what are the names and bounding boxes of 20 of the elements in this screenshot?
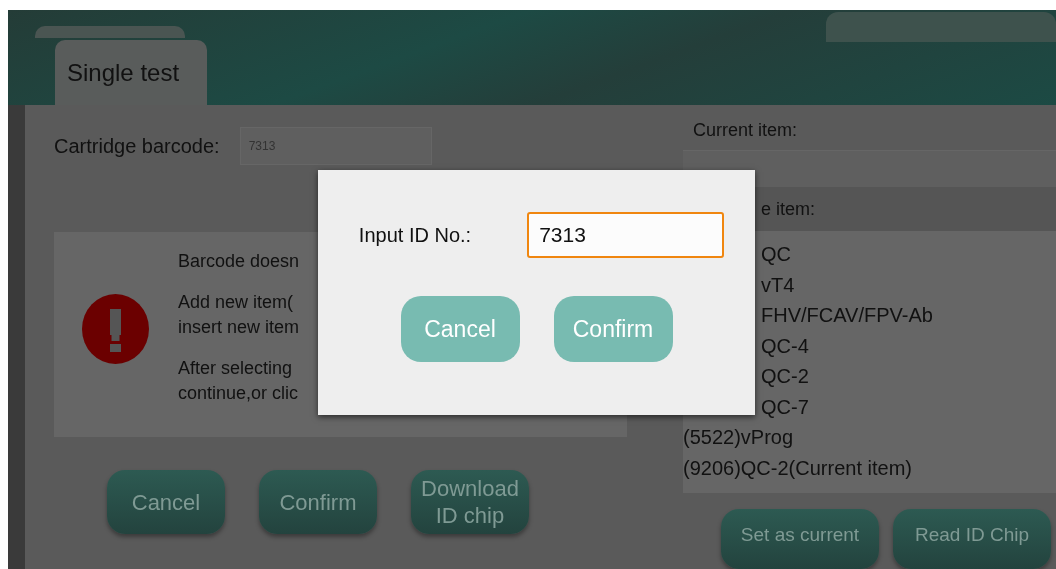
action-button[interactable]: Download ID chip [411, 470, 529, 534]
current-item-label: Current item: [692, 120, 799, 142]
input-label: Input ID No.: [358, 223, 472, 247]
message-text: After selecting [178, 357, 294, 380]
list-item[interactable]: (5522)vProg [683, 422, 1056, 453]
message-text: insert new item [178, 316, 300, 339]
action-button[interactable]: Cancel [107, 470, 225, 534]
message-text: continue,or clic [178, 382, 300, 405]
action-button[interactable]: Set as current [721, 509, 879, 569]
dialog-button[interactable]: Confirm [553, 296, 673, 362]
message-text: Barcode doesn [178, 250, 300, 273]
action-button[interactable]: Read ID Chip [893, 509, 1051, 569]
id-input-field[interactable]: 7313 [527, 212, 725, 258]
dialog-button[interactable]: Cancel [400, 296, 520, 362]
error-icon [82, 294, 149, 364]
field-label: Cartridge barcode: [54, 134, 220, 158]
list-item[interactable]: (9206)QC-2(Current item) [683, 452, 1056, 483]
message-text: Add new item( [178, 291, 295, 314]
action-button[interactable]: Confirm [259, 470, 377, 534]
tab[interactable]: Single test [55, 40, 207, 105]
